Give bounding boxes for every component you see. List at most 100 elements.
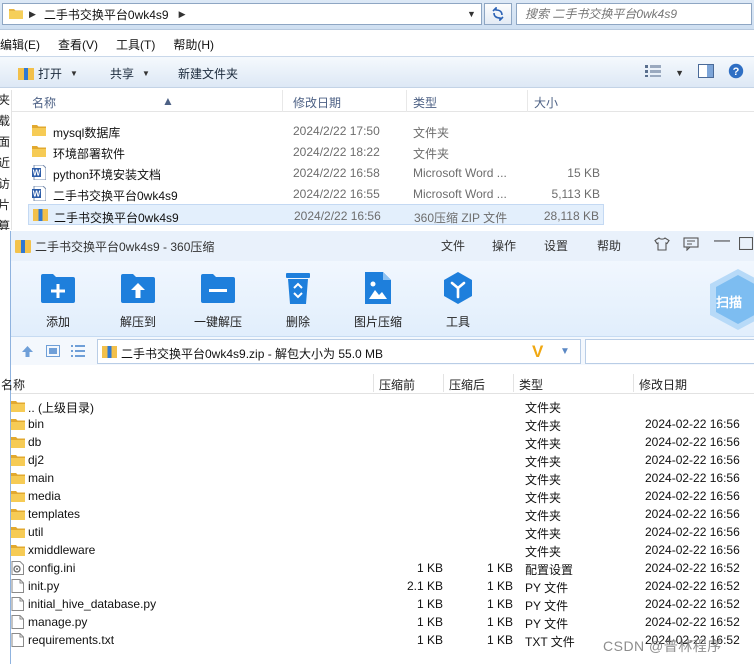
zip-entry-row[interactable]: util 文件夹 2024-02-22 16:56 [11,523,754,541]
search-box[interactable] [516,3,752,25]
entry-size-before: 1 KB [416,633,443,647]
refresh-button[interactable] [484,3,512,25]
folder-icon [11,507,25,523]
menu-view[interactable]: 查看(V) [58,36,98,53]
open-button[interactable]: 打开 ▼ [18,65,78,82]
zip-entry-row[interactable]: manage.py 1 KB 1 KB PY 文件 2024-02-22 16:52 [11,613,754,631]
thumbnail-view-icon[interactable] [46,345,60,360]
help-icon[interactable]: ? [728,63,744,82]
zip-entry-row[interactable]: xmiddleware 文件夹 2024-02-22 16:56 [11,541,754,559]
address-bar[interactable]: ▶ 二手书交换平台0wk4s9 ▶ [2,3,480,25]
minimize-icon[interactable]: — [714,232,730,250]
view-options-icon[interactable] [645,65,662,80]
breadcrumb-arrow-icon[interactable]: ▶ [29,9,36,20]
chevron-down-icon[interactable]: ▼ [675,68,684,78]
file-row[interactable]: Wpython环境安装文档 2024/2/22 16:58 Microsoft Wo… [28,162,604,183]
file-row[interactable]: 二手书交换平台0wk4s9 2024/2/22 16:56 360压缩 ZIP 文件… [28,204,604,225]
search-input[interactable] [525,7,745,21]
image-compress-button[interactable]: 图片压缩 [343,269,413,330]
zip-entry-row[interactable]: db 文件夹 2024-02-22 16:56 [11,433,754,451]
zip-entry-row[interactable]: dj2 文件夹 2024-02-22 16:56 [11,451,754,469]
nav-item[interactable]: 夹 [0,90,11,111]
entry-type: 文件夹 [525,419,562,433]
command-bar: 打开 ▼ 共享 ▼ 新建文件夹 ▼ ? [0,56,754,88]
sort-up-icon: ▲ [162,94,174,108]
list-view-icon[interactable] [71,345,85,360]
zip-archive-icon [33,208,48,225]
zip-entry-row[interactable]: bin 文件夹 2024-02-22 16:56 [11,415,754,433]
zip-entry-row[interactable]: config.ini 1 KB 1 KB 配置设置 2024-02-22 16:52 [11,559,754,577]
zip-entry-row[interactable]: .. (上级目录) 文件夹 [11,397,754,415]
v-check-icon[interactable]: V [532,342,543,362]
feedback-icon[interactable] [683,237,699,254]
zip-column-after[interactable]: 压缩后 [449,376,485,393]
zip-path-bar[interactable]: 二手书交换平台0wk4s9.zip - 解包大小为 55.0 MB V ▼ [97,339,581,364]
folder-icon [32,123,46,139]
entry-name: .. (上级目录) [28,401,94,415]
zip-menu-operations[interactable]: 操作 [492,237,516,254]
share-button[interactable]: 共享 ▼ [110,65,150,82]
zip-search-input[interactable] [585,339,754,364]
zip-entry-row[interactable]: media 文件夹 2024-02-22 16:56 [11,487,754,505]
entry-name: manage.py [28,615,88,629]
file-row[interactable]: W 二手书交换平台0wk4s9 2024/2/22 16:55 Microsoft W… [28,183,604,204]
entry-date: 2024-02-22 16:56 [645,543,740,557]
chevron-down-icon[interactable]: ▼ [560,346,570,357]
entry-type: 文件夹 [525,491,562,505]
extract-to-label: 解压到 [119,315,156,329]
zip-entry-row[interactable]: initial_hive_database.py 1 KB 1 KB PY 文件 202… [11,595,754,613]
menu-tools[interactable]: 工具(T) [116,36,155,53]
address-dropdown-button[interactable]: ▼ [462,3,482,25]
zip-column-date[interactable]: 修改日期 [639,376,687,393]
nav-item[interactable]: 算机 [0,216,11,230]
menu-edit[interactable]: 编辑(E) [0,36,40,53]
entry-date: 2024-02-22 16:52 [645,615,740,629]
entry-name: templates [28,507,81,521]
zip-column-name[interactable]: 名称 [1,376,25,393]
entry-type: PY 文件 [525,599,569,613]
preview-pane-icon[interactable] [698,64,714,81]
new-folder-button[interactable]: 新建文件夹 [178,65,238,82]
file-row[interactable]: 环境部署软件 2024/2/22 18:22 文件夹 [28,141,604,162]
tools-button[interactable]: 工具 [423,269,493,330]
recycle-bin-icon [279,269,317,307]
zip-menu-file[interactable]: 文件 [441,237,465,254]
file-row[interactable]: mysql数据库 2024/2/22 17:50 文件夹 [28,120,604,141]
entry-size-after: 1 KB [486,561,513,575]
zip-menu-help[interactable]: 帮助 [597,237,621,254]
skin-shirt-icon[interactable] [654,237,670,254]
zip-toolbar: 添加 解压到 一键解压 删除 图片压缩 工具 扫描 [11,261,754,337]
up-arrow-icon[interactable] [21,345,34,361]
nav-item[interactable]: 面 [0,132,11,153]
address-row: ▶ 二手书交换平台0wk4s9 ▶ ▼ [0,0,754,30]
scan-button[interactable]: 扫描 [708,267,754,331]
column-date[interactable]: 修改日期 [293,94,341,111]
breadcrumb-current[interactable]: 二手书交换平台0wk4s9 [44,6,169,23]
file-date: 2024/2/22 16:58 [293,166,380,180]
nav-item[interactable]: 载 [0,111,11,132]
refresh-icon [492,7,504,21]
breadcrumb-arrow-icon[interactable]: ▶ [179,9,186,20]
column-name[interactable]: 名称 [32,94,56,111]
chevron-down-icon: ▼ [70,69,78,78]
zip-entry-row[interactable]: init.py 2.1 KB 1 KB PY 文件 2024-02-22 16:52 [11,577,754,595]
zip-column-type[interactable]: 类型 [519,376,543,393]
nav-item[interactable]: 片 [0,195,11,216]
tools-hexagon-icon [439,269,477,307]
zip-entry-row[interactable]: main 文件夹 2024-02-22 16:56 [11,469,754,487]
entry-name: db [28,435,42,449]
delete-button[interactable]: 删除 [263,269,333,330]
one-click-extract-button[interactable]: 一键解压 [183,269,253,330]
maximize-icon[interactable] [738,236,754,253]
column-size[interactable]: 大小 [534,94,558,111]
zip-menu-settings[interactable]: 设置 [544,237,568,254]
folder-icon [11,471,25,487]
add-button[interactable]: 添加 [23,269,93,330]
entry-size-before: 1 KB [416,615,443,629]
menu-help[interactable]: 帮助(H) [173,36,214,53]
extract-to-button[interactable]: 解压到 [103,269,173,330]
zip-column-before[interactable]: 压缩前 [379,376,415,393]
zip-entry-row[interactable]: templates 文件夹 2024-02-22 16:56 [11,505,754,523]
nav-item[interactable]: 近访 [0,153,11,195]
column-type[interactable]: 类型 [413,94,437,111]
